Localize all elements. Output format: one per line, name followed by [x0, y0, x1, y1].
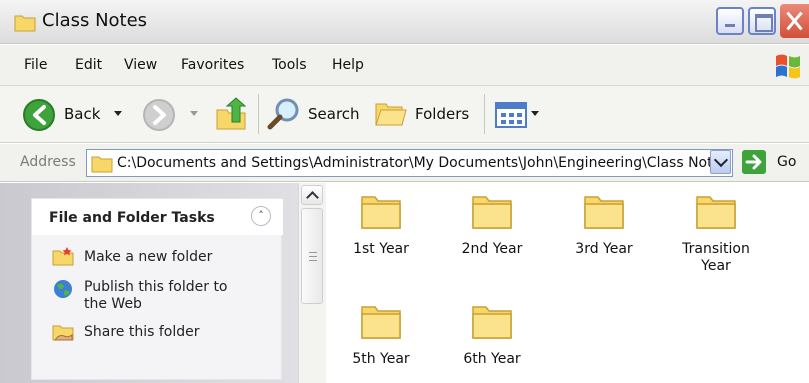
folder-label: Transition Year: [661, 241, 771, 275]
maximize-button[interactable]: [748, 7, 776, 35]
menu-favorites[interactable]: Favorites: [181, 57, 244, 73]
close-button[interactable]: [780, 4, 809, 38]
go-arrow-icon[interactable]: [742, 150, 766, 174]
folder-label: 5th Year: [326, 351, 436, 368]
shared-folder-icon: [52, 325, 74, 341]
toolbar: Back Search Folders: [0, 86, 809, 143]
menu-file[interactable]: File: [24, 57, 47, 73]
folder-icon: [14, 15, 36, 32]
toolbar-separator: [484, 94, 485, 134]
folder-icon: [472, 196, 512, 229]
back-arrow-icon[interactable]: [22, 98, 56, 132]
folder-label-line1: 2nd Year: [461, 241, 523, 257]
minimize-button[interactable]: [716, 7, 744, 35]
search-icon[interactable]: [266, 96, 302, 132]
folder-label-line1: Transition: [682, 241, 750, 257]
folder-item[interactable]: 1st Year: [326, 191, 436, 258]
vertical-scrollbar[interactable]: [298, 183, 326, 383]
address-path[interactable]: C:\Documents and Settings\Administrator\…: [117, 155, 729, 171]
share-folder-link[interactable]: Share this folder: [84, 324, 200, 341]
folders-button[interactable]: Folders: [415, 105, 469, 123]
windows-logo-icon: [776, 54, 800, 79]
folder-item[interactable]: 3rd Year: [549, 191, 659, 258]
task-panel-header[interactable]: File and Folder Tasks ˄: [32, 199, 283, 235]
up-folder-icon[interactable]: [214, 96, 248, 132]
address-bar: Address C:\Documents and Settings\Admini…: [0, 144, 809, 182]
menu-view[interactable]: View: [124, 57, 157, 73]
folder-label: 6th Year: [437, 351, 547, 368]
folder-label: 2nd Year: [437, 241, 547, 258]
folders-icon[interactable]: [374, 98, 408, 130]
views-icon[interactable]: [495, 102, 527, 128]
go-button[interactable]: Go: [777, 154, 796, 170]
folder-label-line1: 1st Year: [353, 241, 409, 257]
address-label: Address: [20, 154, 76, 170]
folder-item[interactable]: 2nd Year: [437, 191, 547, 258]
new-folder-icon: [52, 247, 74, 266]
task-pane: File and Folder Tasks ˄ Make a new folde…: [0, 183, 298, 383]
publish-folder-link[interactable]: Publish this folder to the Web: [84, 279, 228, 313]
folder-icon: [91, 156, 113, 173]
collapse-chevron-icon[interactable]: ˄: [251, 206, 271, 226]
folder-icon: [361, 306, 401, 339]
menu-bar: File Edit View Favorites Tools Help: [0, 45, 809, 86]
folder-icon: [696, 196, 736, 229]
toolbar-separator: [258, 94, 259, 134]
address-input[interactable]: C:\Documents and Settings\Administrator\…: [86, 149, 733, 177]
folder-label-line1: 5th Year: [352, 351, 410, 367]
menu-help[interactable]: Help: [332, 57, 364, 73]
search-button[interactable]: Search: [308, 105, 360, 123]
forward-arrow-icon[interactable]: [142, 98, 176, 132]
title-bar: Class Notes: [0, 0, 809, 44]
globe-icon: [54, 280, 72, 298]
publish-line1: Publish this folder to: [84, 279, 228, 295]
publish-line2: the Web: [84, 296, 142, 312]
folder-label: 1st Year: [326, 241, 436, 258]
folder-icon: [584, 196, 624, 229]
back-button[interactable]: Back: [64, 105, 100, 123]
folder-contents: 1st Year 2nd Year 3rd Year Transition Yea…: [326, 183, 809, 383]
views-dropdown-icon[interactable]: [531, 111, 539, 116]
task-panel-title: File and Folder Tasks: [49, 210, 215, 226]
menu-tools[interactable]: Tools: [272, 57, 307, 73]
address-dropdown-button[interactable]: [710, 150, 731, 174]
forward-dropdown-icon[interactable]: [190, 111, 198, 116]
folder-icon: [472, 306, 512, 339]
folder-icon: [361, 196, 401, 229]
folder-item[interactable]: 6th Year: [437, 301, 547, 368]
scroll-up-button[interactable]: [301, 185, 323, 205]
back-dropdown-icon[interactable]: [114, 111, 122, 116]
folder-label-line1: 3rd Year: [575, 241, 633, 257]
folder-label-line1: 6th Year: [463, 351, 521, 367]
folder-item[interactable]: Transition Year: [661, 191, 771, 275]
folder-label: 3rd Year: [549, 241, 659, 258]
window-title: Class Notes: [42, 10, 148, 31]
folder-item[interactable]: 5th Year: [326, 301, 436, 368]
grip-icon: [309, 252, 317, 261]
file-folder-tasks-panel: File and Folder Tasks ˄ Make a new folde…: [31, 198, 283, 380]
scroll-thumb[interactable]: [301, 208, 323, 304]
menu-edit[interactable]: Edit: [75, 57, 102, 73]
make-new-folder-link[interactable]: Make a new folder: [84, 249, 212, 266]
folder-label-line2: Year: [701, 258, 731, 274]
